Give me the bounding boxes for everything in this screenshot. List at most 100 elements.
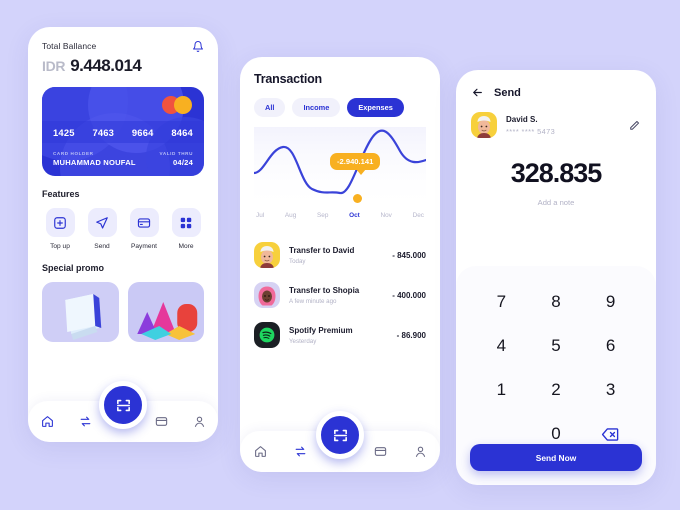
home-screen: Total Ballance IDR 9.448.014 1425 7463 9…	[28, 27, 218, 442]
card-holder-label: CARD HOLDER	[53, 151, 94, 156]
transaction-name: Transfer to David	[289, 245, 355, 255]
features-list: Top up Send Payment More	[42, 208, 204, 250]
avatar	[471, 112, 497, 138]
transaction-screen: Transaction All Income Expenses -2.940.1…	[240, 57, 440, 472]
key-6[interactable]: 6	[583, 326, 638, 366]
mastercard-icon	[162, 96, 194, 114]
home-content: Total Ballance IDR 9.448.014 1425 7463 9…	[28, 27, 218, 342]
feature-payment[interactable]: Payment	[126, 208, 162, 250]
transfer-arrows-icon[interactable]	[293, 444, 308, 459]
key-3[interactable]: 3	[583, 370, 638, 410]
feature-more[interactable]: More	[168, 208, 204, 250]
payee-info: David S. **** **** 5473	[506, 115, 619, 136]
x-tick-nov: Nov	[380, 212, 392, 219]
home-header: Total Ballance	[42, 41, 204, 53]
card-icon[interactable]	[154, 414, 169, 429]
balance-value: IDR 9.448.014	[42, 56, 204, 76]
features-title: Features	[42, 189, 80, 199]
feature-label: Payment	[130, 243, 158, 250]
send-header: Send	[471, 86, 641, 99]
transaction-list: Transfer to David Today - 845.000 Transf…	[254, 235, 426, 355]
avatar	[254, 282, 280, 308]
plus-square-icon	[45, 208, 75, 237]
card-valid-block: VALID THRU 04/24	[160, 151, 193, 167]
chart-tooltip: -2.940.141	[330, 153, 381, 175]
key-4[interactable]: 4	[474, 326, 529, 366]
bank-card[interactable]: 1425 7463 9664 8464 CARD HOLDER MUHAMMAD…	[42, 87, 204, 176]
arrow-left-icon[interactable]	[471, 86, 484, 99]
note-input[interactable]: Add a note	[471, 198, 641, 207]
currency-label: IDR	[42, 58, 66, 74]
filter-tabs: All Income Expenses	[254, 98, 426, 117]
balance-label: Total Ballance	[42, 41, 97, 51]
scan-icon[interactable]	[99, 381, 147, 429]
home-icon[interactable]	[253, 444, 268, 459]
payee-card-number: **** **** 5473	[506, 126, 556, 136]
balance-amount: 9.448.014	[70, 56, 142, 75]
promo-card-shapes[interactable]	[127, 282, 204, 342]
feature-label: Top up	[50, 243, 70, 250]
scan-icon[interactable]	[316, 411, 364, 459]
send-now-button[interactable]: Send Now	[470, 444, 642, 471]
feature-label: More	[178, 243, 194, 250]
x-tick-aug: Aug	[284, 212, 297, 219]
bell-icon[interactable]	[192, 40, 204, 53]
transaction-time: Today	[289, 257, 306, 265]
home-icon[interactable]	[40, 414, 55, 429]
key-7[interactable]: 7	[474, 282, 529, 322]
spotify-logo	[254, 322, 280, 348]
chart-x-axis: Jul Aug Sep Oct Nov Dec	[254, 212, 426, 219]
payee-row[interactable]: David S. **** **** 5473	[471, 112, 641, 138]
promo-card-book[interactable]	[42, 282, 119, 342]
tab-all[interactable]: All	[254, 98, 286, 117]
x-tick-oct: Oct	[349, 212, 360, 219]
amount-display[interactable]: 328.835	[471, 158, 641, 189]
promo-list	[42, 282, 204, 342]
transaction-name: Transfer to Shopia	[289, 285, 360, 295]
key-5[interactable]: 5	[529, 326, 584, 366]
key-2[interactable]: 2	[529, 370, 584, 410]
avatar	[254, 242, 280, 268]
send-screen: Send David S. **** **** 5473 328.835 Add…	[456, 70, 656, 485]
page-title: Send	[494, 86, 521, 99]
table-row[interactable]: Spotify Premium Yesterday - 86.900	[254, 315, 426, 355]
card-valid-label: VALID THRU	[159, 151, 193, 156]
mastercard-circle-right	[174, 96, 192, 114]
table-row[interactable]: Transfer to Shopia A few minute ago - 40…	[254, 275, 426, 315]
profile-icon[interactable]	[192, 414, 207, 429]
tab-expenses[interactable]: Expenses	[347, 98, 404, 117]
transaction-info: Transfer to Shopia A few minute ago	[289, 286, 383, 305]
x-tick-jul: Jul	[256, 212, 265, 219]
card-valid-value: 04/24	[172, 158, 193, 167]
chart-marker	[353, 194, 362, 203]
table-row[interactable]: Transfer to David Today - 845.000	[254, 235, 426, 275]
key-8[interactable]: 8	[529, 282, 584, 322]
card-holder-name: MUHAMMAD NOUFAL	[53, 158, 136, 167]
key-9[interactable]: 9	[583, 282, 638, 322]
card-icon[interactable]	[373, 444, 388, 459]
key-1[interactable]: 1	[474, 370, 529, 410]
transaction-content: Transaction All Income Expenses -2.940.1…	[240, 57, 440, 355]
transaction-time: Yesterday	[289, 337, 317, 345]
transfer-arrows-icon[interactable]	[78, 414, 93, 429]
feature-label: Send	[94, 243, 110, 250]
pencil-icon[interactable]	[628, 119, 641, 132]
card-holder-block: CARD HOLDER MUHAMMAD NOUFAL	[53, 151, 136, 167]
card-number-group: 1425	[53, 127, 75, 138]
transaction-amount: - 400.000	[392, 290, 426, 300]
card-number-group: 9664	[131, 127, 154, 138]
transaction-time: A few minute ago	[289, 297, 337, 305]
grid-four-icon	[171, 208, 201, 237]
feature-top-up[interactable]: Top up	[42, 208, 78, 250]
send-content: Send David S. **** **** 5473 328.835 Add…	[456, 70, 656, 207]
tab-income[interactable]: Income	[292, 98, 341, 117]
card-number-group: 8464	[171, 127, 193, 138]
payee-name: David S.	[506, 114, 538, 124]
transaction-info: Transfer to David Today	[289, 246, 383, 265]
feature-send[interactable]: Send	[84, 208, 120, 250]
credit-card-icon	[129, 208, 159, 237]
spending-chart[interactable]: -2.940.141 Jul Aug Sep Oct Nov Dec	[254, 127, 426, 225]
x-tick-dec: Dec	[412, 212, 424, 219]
promo-title: Special promo	[42, 263, 105, 273]
profile-icon[interactable]	[413, 444, 428, 459]
